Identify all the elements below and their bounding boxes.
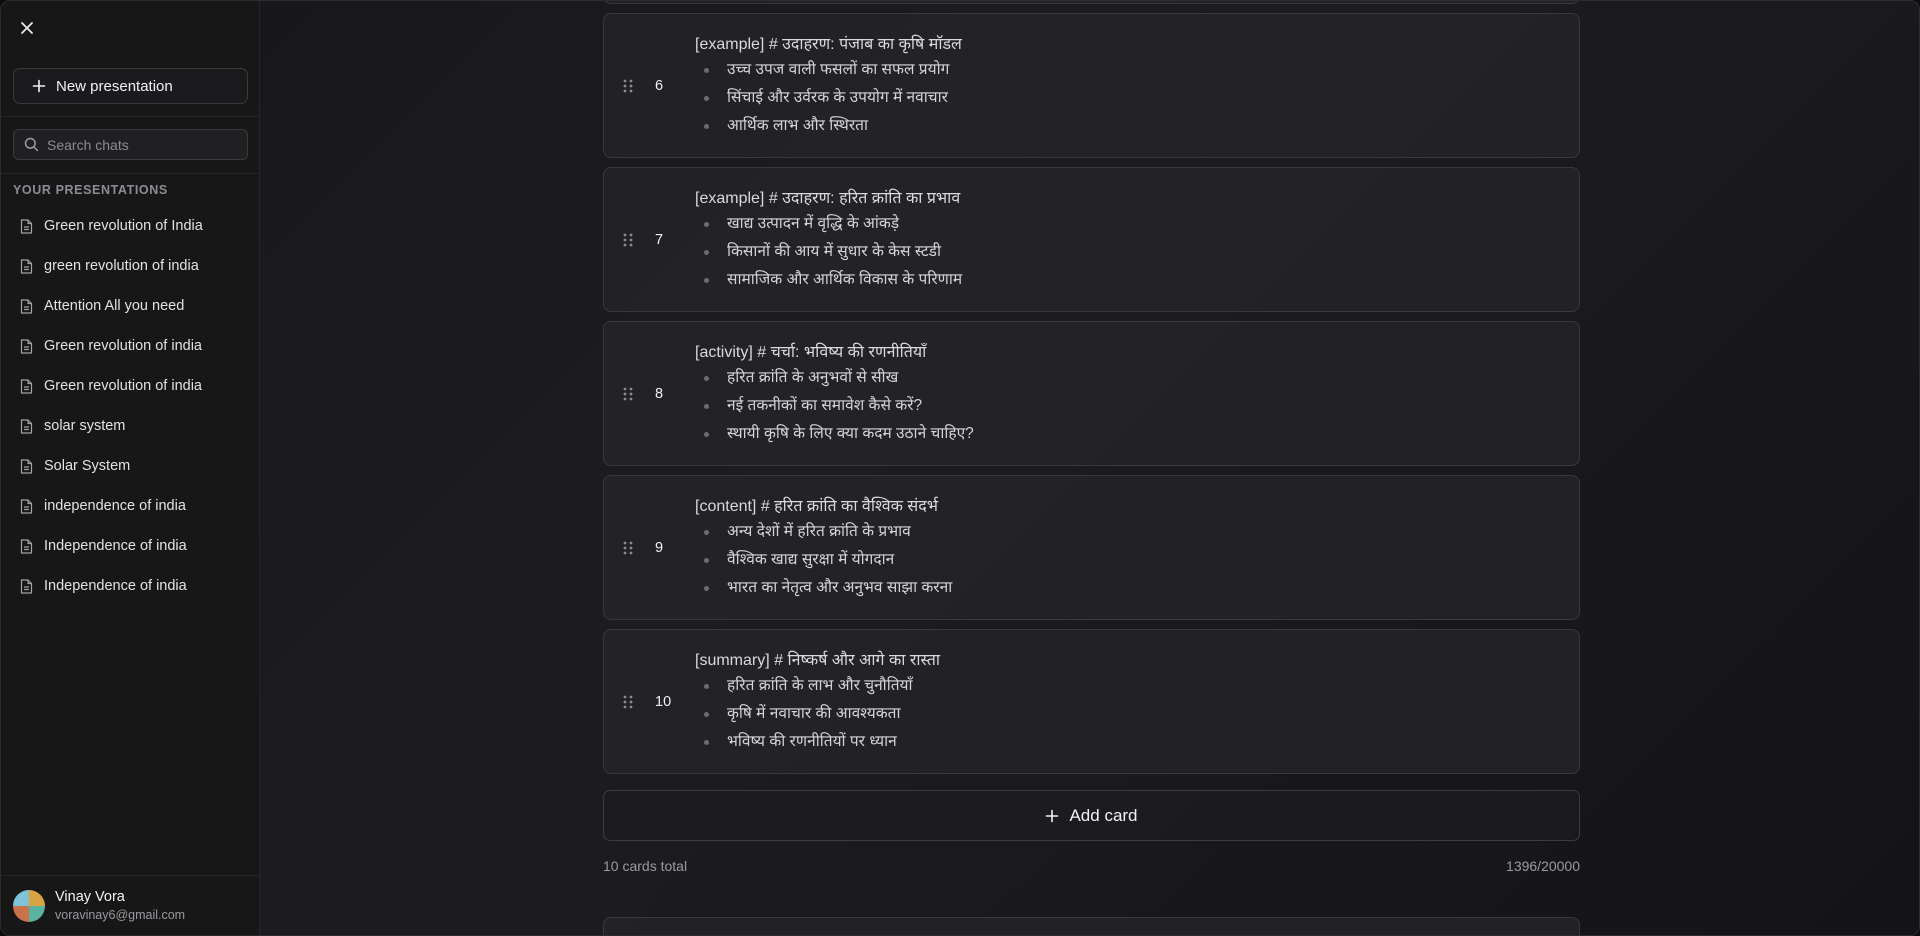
user-profile[interactable]: Vinay Vora voravinay6@gmail.com <box>1 875 260 935</box>
document-icon <box>20 378 33 394</box>
divider <box>1 116 260 117</box>
presentation-title: Attention All you need <box>44 298 185 314</box>
user-email: voravinay6@gmail.com <box>55 908 186 922</box>
slide-card[interactable]: 10 [summary] # निष्कर्ष और आगे का रास्ता… <box>603 629 1580 774</box>
drag-handle-icon[interactable] <box>623 387 633 401</box>
plus-icon <box>32 79 46 93</box>
plus-icon <box>1046 809 1059 822</box>
drag-handle-icon[interactable] <box>623 541 633 555</box>
card-bullet: हरित क्रांति के लाभ और चुनौतियाँ <box>695 672 1559 700</box>
user-name: Vinay Vora <box>55 889 125 905</box>
presentation-item[interactable]: Attention All you need <box>1 286 260 326</box>
slide-card[interactable] <box>603 1 1580 4</box>
slide-card[interactable]: 6 [example] # उदाहरण: पंजाब का कृषि मॉडल… <box>603 13 1580 158</box>
new-presentation-button[interactable]: New presentation <box>13 68 248 104</box>
slide-card[interactable]: 7 [example] # उदाहरण: हरित क्रांति का प्… <box>603 167 1580 312</box>
document-icon <box>20 338 33 354</box>
presentation-title: Green revolution of india <box>44 338 202 354</box>
cards-total: 10 cards total <box>603 858 688 874</box>
search-input[interactable] <box>47 136 237 153</box>
card-bullet: कृषि में नवाचार की आवश्यकता <box>695 700 1559 728</box>
card-bullet: किसानों की आय में सुधार के केस स्टडी <box>695 238 1559 266</box>
slide-card[interactable]: 8 [activity] # चर्चा: भविष्य की रणनीतिया… <box>603 321 1580 466</box>
card-title: [summary] # निष्कर्ष और आगे का रास्ता <box>695 652 941 669</box>
app-window: New presentation YOUR PRESENTATIONS Gree… <box>0 0 1920 936</box>
card-content[interactable]: [content] # हरित क्रांति का वैश्विक संदर… <box>695 496 1559 602</box>
drag-handle-icon[interactable] <box>623 79 633 93</box>
avatar <box>13 889 45 922</box>
settings-panel <box>603 917 1580 935</box>
search-icon <box>24 137 39 152</box>
card-title: [content] # हरित क्रांति का वैश्विक संदर… <box>695 498 938 515</box>
add-card-label: Add card <box>1069 805 1138 825</box>
divider <box>1 173 260 174</box>
card-bullet: उच्च उपज वाली फसलों का सफल प्रयोग <box>695 56 1559 84</box>
card-number: 9 <box>655 539 664 556</box>
card-number: 10 <box>655 693 672 710</box>
document-icon <box>20 298 33 314</box>
card-bullet: हरित क्रांति के अनुभवों से सीख <box>695 364 1559 392</box>
presentation-item[interactable]: Green revolution of India <box>1 206 260 246</box>
presentation-item[interactable]: Green revolution of india <box>1 366 260 406</box>
presentation-item[interactable]: green revolution of india <box>1 246 260 286</box>
card-bullet: सिंचाई और उर्वरक के उपयोग में नवाचार <box>695 84 1559 112</box>
card-number: 6 <box>655 77 664 94</box>
presentation-title: Green revolution of India <box>44 218 203 234</box>
drag-handle-icon[interactable] <box>623 695 633 709</box>
drag-handle-icon[interactable] <box>623 233 633 247</box>
card-bullet: वैश्विक खाद्य सुरक्षा में योगदान <box>695 546 1559 574</box>
presentation-item[interactable]: Independence of india <box>1 526 260 566</box>
presentation-title: independence of india <box>44 498 186 514</box>
document-icon <box>20 218 33 234</box>
card-title: [example] # उदाहरण: हरित क्रांति का प्रभ… <box>695 190 961 207</box>
document-icon <box>20 578 33 594</box>
card-content[interactable]: [example] # उदाहरण: हरित क्रांति का प्रभ… <box>695 188 1559 294</box>
card-number: 8 <box>655 385 664 402</box>
presentation-item[interactable]: Independence of india <box>1 566 260 606</box>
card-title: [example] # उदाहरण: पंजाब का कृषि मॉडल <box>695 36 962 53</box>
presentation-title: solar system <box>44 418 126 434</box>
card-bullet: स्थायी कृषि के लिए क्या कदम उठाने चाहिए? <box>695 420 1559 448</box>
presentation-title: Independence of india <box>44 578 187 594</box>
card-content[interactable]: [example] # उदाहरण: पंजाब का कृषि मॉडल उ… <box>695 34 1559 140</box>
card-bullet: सामाजिक और आर्थिक विकास के परिणाम <box>695 266 1559 294</box>
document-icon <box>20 458 33 474</box>
presentation-title: Green revolution of india <box>44 378 202 394</box>
section-title: YOUR PRESENTATIONS <box>13 183 168 197</box>
document-icon <box>20 538 33 554</box>
add-card-button[interactable]: Add card <box>603 790 1580 841</box>
character-count: 1396/20000 <box>1506 858 1580 874</box>
presentation-title: Solar System <box>44 458 131 474</box>
main-content: 6 [example] # उदाहरण: पंजाब का कृषि मॉडल… <box>261 1 1919 935</box>
presentation-title: green revolution of india <box>44 258 199 274</box>
document-icon <box>20 498 33 514</box>
presentation-item[interactable]: solar system <box>1 406 260 446</box>
document-icon <box>20 418 33 434</box>
card-bullet: भविष्य की रणनीतियों पर ध्यान <box>695 728 1559 756</box>
presentation-item[interactable]: Solar System <box>1 446 260 486</box>
presentation-item[interactable]: independence of india <box>1 486 260 526</box>
close-sidebar-button[interactable] <box>15 16 39 40</box>
card-bullet: नई तकनीकों का समावेश कैसे करें? <box>695 392 1559 420</box>
card-content[interactable]: [activity] # चर्चा: भविष्य की रणनीतियाँ … <box>695 342 1559 448</box>
search-box[interactable] <box>13 129 248 160</box>
card-bullet: आर्थिक लाभ और स्थिरता <box>695 112 1559 140</box>
new-presentation-label: New presentation <box>56 77 173 95</box>
presentation-item[interactable]: Green revolution of india <box>1 326 260 366</box>
presentation-title: Independence of india <box>44 538 187 554</box>
card-bullet: खाद्य उत्पादन में वृद्धि के आंकड़े <box>695 210 1559 238</box>
card-title: [activity] # चर्चा: भविष्य की रणनीतियाँ <box>695 344 927 361</box>
close-icon <box>21 22 33 34</box>
card-content[interactable]: [summary] # निष्कर्ष और आगे का रास्ता हर… <box>695 650 1559 756</box>
slide-card[interactable]: 9 [content] # हरित क्रांति का वैश्विक सं… <box>603 475 1580 620</box>
sidebar: New presentation YOUR PRESENTATIONS Gree… <box>1 1 260 935</box>
card-bullet: भारत का नेतृत्व और अनुभव साझा करना <box>695 574 1559 602</box>
document-icon <box>20 258 33 274</box>
card-bullet: अन्य देशों में हरित क्रांति के प्रभाव <box>695 518 1559 546</box>
presentation-list: Green revolution of India green revoluti… <box>1 206 260 606</box>
card-number: 7 <box>655 231 664 248</box>
